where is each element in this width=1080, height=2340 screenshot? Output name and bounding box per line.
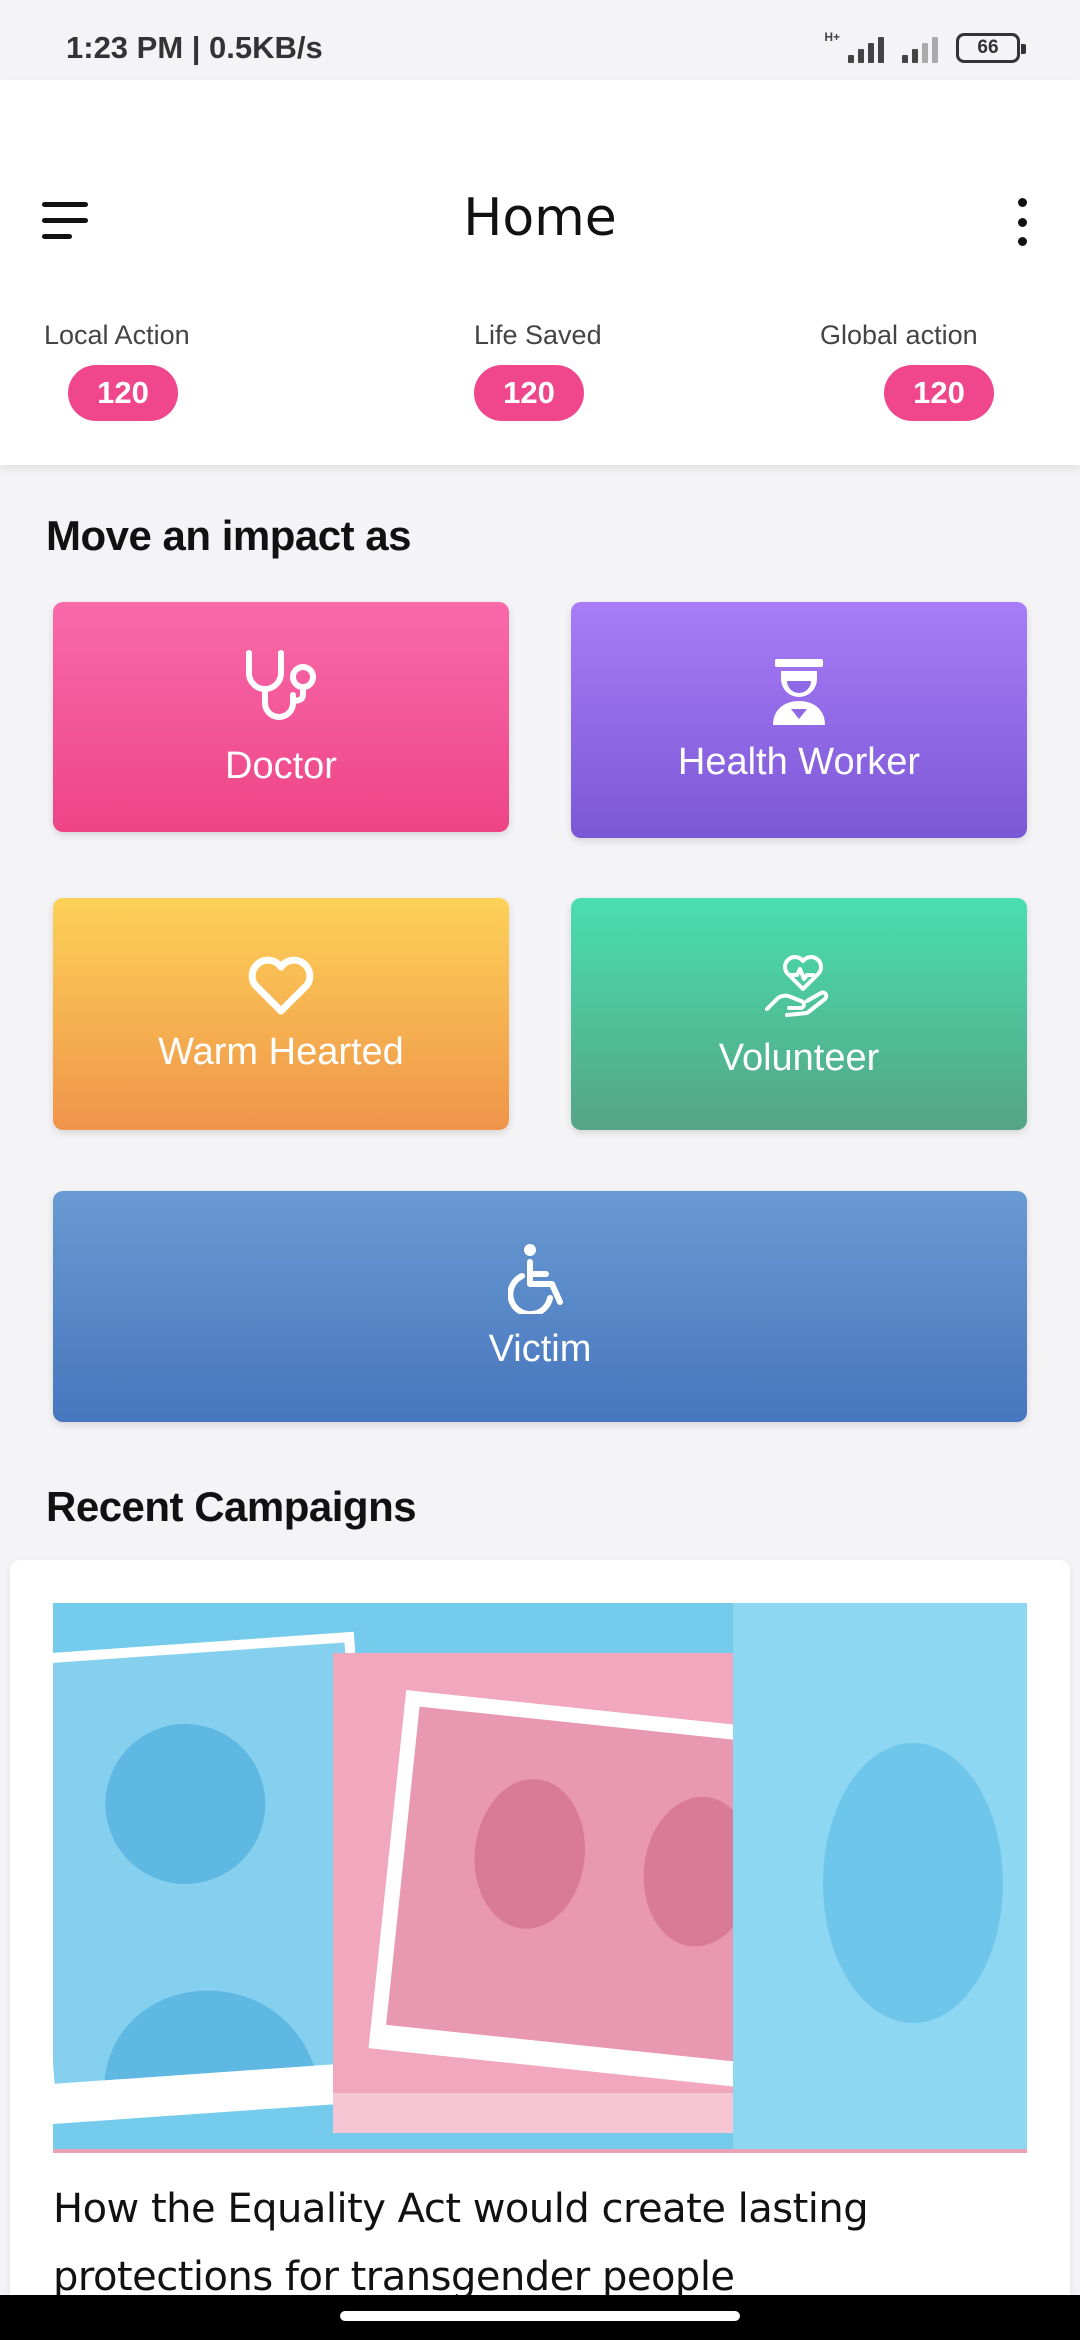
signal-icon — [848, 33, 884, 63]
section-title-campaigns: Recent Campaigns — [46, 1483, 417, 1530]
tile-label: Doctor — [225, 744, 337, 787]
status-bar: 1:23 PM | 0.5KB/s H+ 66 — [0, 0, 1080, 80]
home-gesture-handle[interactable] — [340, 2311, 740, 2321]
header: Home Local Action 120 Life Saved 120 Glo… — [0, 80, 1080, 465]
tile-label: Health Worker — [677, 740, 921, 783]
network-type: H+ — [824, 30, 840, 44]
campaign-title: How the Equality Act would create lastin… — [53, 2186, 869, 2300]
status-time: 1:23 PM | 0.5KB/s — [66, 30, 323, 65]
more-vertical-icon[interactable] — [1012, 198, 1032, 246]
stat-life-saved: Life Saved 120 — [474, 320, 602, 421]
stat-global-action: Global action 120 — [820, 320, 994, 421]
campaign-image — [53, 1603, 1027, 2153]
battery-icon: 66 — [956, 33, 1026, 63]
health-worker-icon — [773, 658, 825, 725]
heart-icon — [248, 956, 314, 1014]
battery-level: 66 — [977, 37, 999, 58]
campaign-card[interactable]: How the Equality Act would create lastin… — [10, 1560, 1070, 2340]
tile-label: Volunteer — [718, 1036, 880, 1079]
impact-tile-health-worker[interactable]: Health Worker — [571, 602, 1027, 838]
stat-local-action: Local Action 120 — [44, 320, 190, 421]
stat-badge: 120 — [68, 365, 178, 421]
signal-secondary-icon — [902, 33, 938, 63]
impact-tile-victim[interactable]: Victim — [53, 1191, 1027, 1422]
stat-label: Life Saved — [474, 320, 602, 350]
stat-label: Global action — [820, 320, 978, 350]
tile-label: Warm Hearted — [158, 1030, 404, 1073]
tile-label: Victim — [488, 1328, 592, 1370]
status-icons: H+ 66 — [824, 30, 1026, 66]
page-title: Home — [463, 188, 617, 248]
navigation-bar — [0, 2295, 1080, 2340]
stat-badge: 120 — [474, 365, 584, 421]
impact-tile-warm-hearted[interactable]: Warm Hearted — [53, 898, 509, 1130]
wheelchair-icon — [508, 1244, 563, 1314]
section-title-impact: Move an impact as — [46, 512, 411, 559]
impact-tile-doctor[interactable]: Doctor — [53, 602, 509, 832]
stat-badge: 120 — [884, 365, 994, 421]
impact-tile-volunteer[interactable]: Volunteer — [571, 898, 1027, 1130]
hand-heart-icon — [765, 954, 829, 1017]
stethoscope-icon — [246, 649, 316, 720]
stat-label: Local Action — [44, 320, 190, 350]
